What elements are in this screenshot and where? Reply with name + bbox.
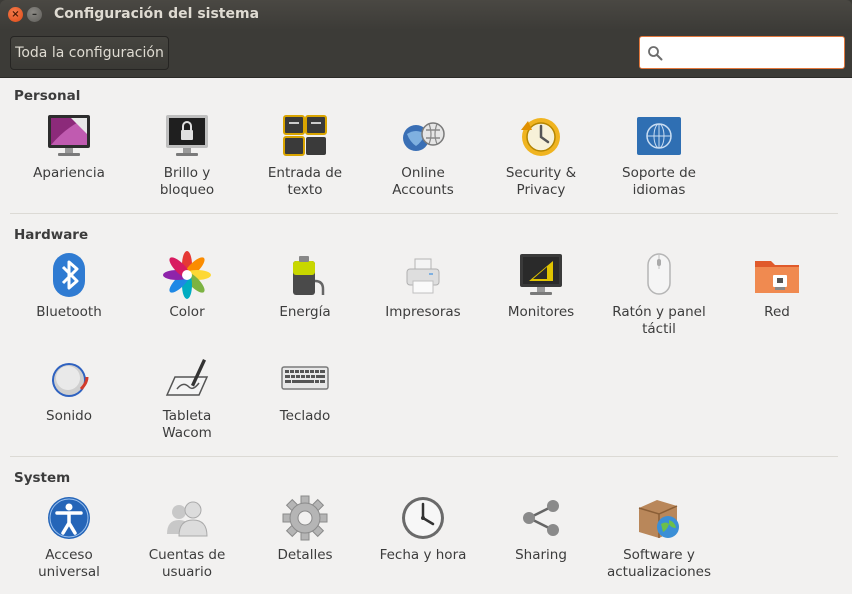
settings-item-sharing[interactable]: Sharing [482,494,600,594]
settings-item-label: Entrada de texto [267,165,343,198]
settings-item-keyboard[interactable]: Teclado [246,355,364,455]
online-accounts-icon [399,112,447,160]
section-title-system: System [14,470,71,486]
settings-item-network[interactable]: Red [718,251,836,351]
settings-item-label: Red [764,304,790,320]
sound-icon [45,355,93,403]
settings-item-software-updates[interactable]: Software y actualizaciones [600,494,718,594]
search-icon [648,46,663,61]
settings-item-printers[interactable]: Impresoras [364,251,482,351]
settings-item-text-entry[interactable]: Entrada de texto [246,112,364,212]
wacom-tablet-icon [163,355,211,403]
section-title-personal: Personal [14,88,81,104]
settings-item-label: Energía [279,304,331,320]
settings-item-details[interactable]: Detalles [246,494,364,594]
settings-item-label: Ratón y panel táctil [612,304,706,337]
settings-item-label: Soporte de idiomas [622,165,696,198]
settings-item-label: Tableta Wacom [162,408,212,441]
section-title-hardware: Hardware [14,227,89,243]
close-window-button[interactable]: × [8,7,23,22]
settings-item-bluetooth[interactable]: Bluetooth [10,251,128,351]
settings-item-date-time[interactable]: Fecha y hora [364,494,482,594]
security-privacy-icon [517,112,565,160]
settings-item-language-support[interactable]: Soporte de idiomas [600,112,718,212]
appearance-icon [45,112,93,160]
language-support-icon [635,112,683,160]
bluetooth-icon [45,251,93,299]
network-icon [753,251,801,299]
printer-icon [399,251,447,299]
title-bar: × – Configuración del sistema [0,0,852,30]
settings-item-label: Bluetooth [36,304,102,320]
toolbar: Toda la configuración [0,30,852,78]
settings-item-label: Security & Privacy [505,165,577,198]
settings-item-appearance[interactable]: Apariencia [10,112,128,212]
brightness-lock-icon [163,112,211,160]
settings-item-displays[interactable]: Monitores [482,251,600,351]
settings-item-label: Software y actualizaciones [606,547,711,580]
sharing-icon [517,494,565,542]
displays-icon [517,251,565,299]
settings-item-label: Sonido [46,408,92,424]
settings-item-brightness-lock[interactable]: Brillo y bloqueo [128,112,246,212]
section-divider [10,456,838,457]
power-icon [281,251,329,299]
keyboard-icon [281,355,329,403]
section-divider [10,213,838,214]
settings-item-label: Monitores [507,304,575,320]
settings-item-online-accounts[interactable]: Online Accounts [364,112,482,212]
user-accounts-icon [163,494,211,542]
settings-item-label: Cuentas de usuario [148,547,226,580]
settings-item-power[interactable]: Energía [246,251,364,351]
universal-access-icon [45,494,93,542]
settings-item-color[interactable]: Color [128,251,246,351]
color-icon [163,251,211,299]
settings-item-label: Teclado [279,408,331,424]
text-entry-icon [281,112,329,160]
settings-item-universal-access[interactable]: Acceso universal [10,494,128,594]
settings-item-mouse-touchpad[interactable]: Ratón y panel táctil [600,251,718,351]
settings-item-label: Color [169,304,205,320]
settings-item-label: Brillo y bloqueo [159,165,215,198]
settings-item-label: Apariencia [33,165,105,181]
software-updates-icon [635,494,683,542]
search-input[interactable] [668,41,840,65]
settings-item-wacom[interactable]: Tableta Wacom [128,355,246,455]
all-settings-button[interactable]: Toda la configuración [10,36,169,70]
settings-item-label: Acceso universal [38,547,100,580]
settings-item-label: Online Accounts [392,165,454,198]
mouse-touchpad-icon [635,251,683,299]
clock-icon [399,494,447,542]
settings-item-label: Impresoras [385,304,461,320]
settings-item-sound[interactable]: Sonido [10,355,128,455]
settings-panel: Personal Apariencia Brillo y bloqueo Ent… [0,78,852,594]
window-title: Configuración del sistema [54,6,260,22]
search-box[interactable] [639,36,845,69]
settings-item-security-privacy[interactable]: Security & Privacy [482,112,600,212]
settings-item-label: Sharing [515,547,567,563]
settings-item-label: Fecha y hora [379,547,467,563]
settings-item-label: Detalles [277,547,333,563]
details-icon [281,494,329,542]
minimize-window-button[interactable]: – [27,7,42,22]
settings-item-user-accounts[interactable]: Cuentas de usuario [128,494,246,594]
